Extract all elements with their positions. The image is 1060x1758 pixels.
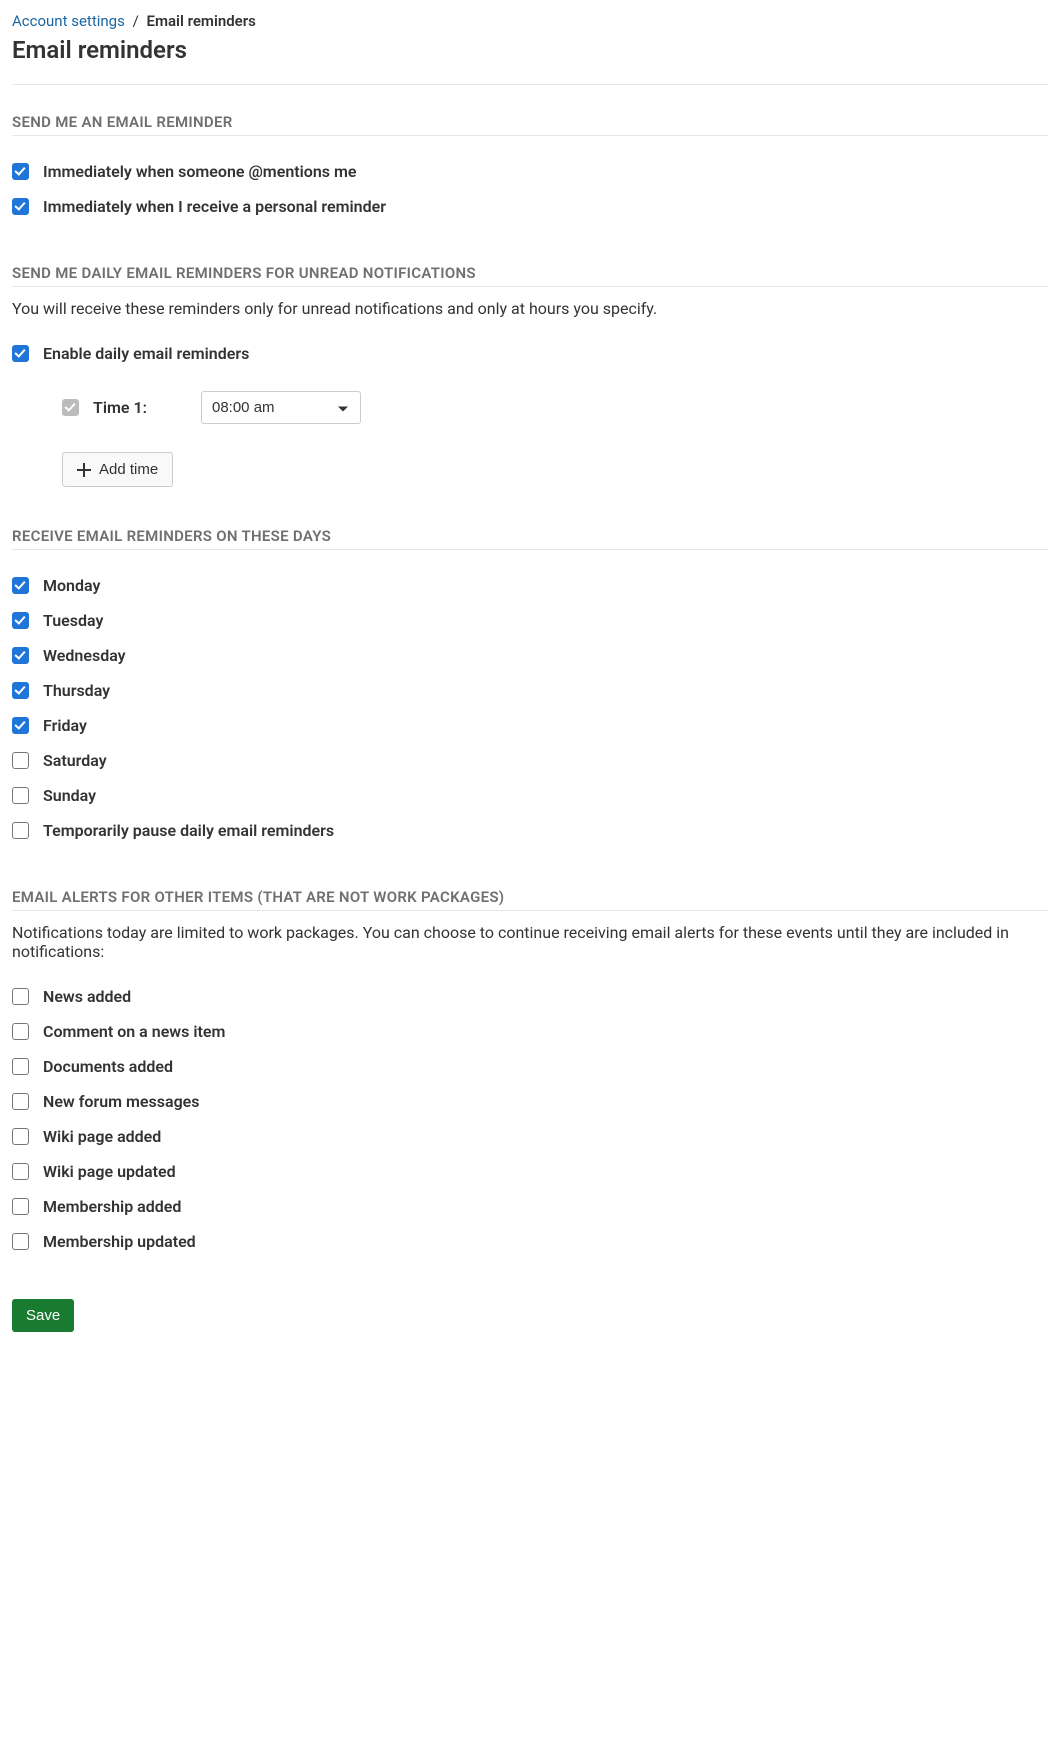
- checkbox-row: Wiki page added: [12, 1119, 1048, 1154]
- add-time-button[interactable]: Add time: [62, 452, 173, 487]
- section-alerts-desc: Notifications today are limited to work …: [12, 923, 1048, 961]
- section-immediate-heading: SEND ME AN EMAIL REMINDER: [12, 113, 1048, 136]
- section-alerts-heading: EMAIL ALERTS FOR OTHER ITEMS (THAT ARE N…: [12, 888, 1048, 911]
- checkbox-row: Thursday: [12, 673, 1048, 708]
- enable-daily-row: Enable daily email reminders: [12, 336, 1048, 371]
- daily-times-block: Time 1: 08:00 am Add time: [12, 391, 1048, 487]
- checkbox-label: Sunday: [43, 786, 96, 805]
- checkbox[interactable]: [12, 1233, 29, 1250]
- time1-label: Time 1:: [93, 398, 147, 417]
- checkbox-label: Wiki page added: [43, 1127, 161, 1146]
- checkbox-label: Documents added: [43, 1057, 173, 1076]
- section-daily: SEND ME DAILY EMAIL REMINDERS FOR UNREAD…: [12, 264, 1048, 487]
- checkbox[interactable]: [12, 787, 29, 804]
- time1-checkbox: [62, 399, 79, 416]
- plus-icon: [77, 463, 91, 477]
- checkbox[interactable]: [12, 988, 29, 1005]
- checkbox-row: Membership added: [12, 1189, 1048, 1224]
- section-days-heading: RECEIVE EMAIL REMINDERS ON THESE DAYS: [12, 527, 1048, 550]
- checkbox-label: Comment on a news item: [43, 1022, 225, 1041]
- checkbox-label: Wednesday: [43, 646, 126, 665]
- checkbox-row: Immediately when I receive a personal re…: [12, 189, 1048, 224]
- add-time-label: Add time: [99, 461, 158, 478]
- checkbox-label: Immediately when someone @mentions me: [43, 162, 356, 181]
- breadcrumb-current: Email reminders: [147, 12, 256, 30]
- checkbox-label: News added: [43, 987, 131, 1006]
- checkbox[interactable]: [12, 1163, 29, 1180]
- checkbox-row: New forum messages: [12, 1084, 1048, 1119]
- section-immediate: SEND ME AN EMAIL REMINDER Immediately wh…: [12, 113, 1048, 224]
- section-alerts: EMAIL ALERTS FOR OTHER ITEMS (THAT ARE N…: [12, 888, 1048, 1259]
- checkbox-label: Monday: [43, 576, 100, 595]
- save-button[interactable]: Save: [12, 1299, 74, 1332]
- checkbox[interactable]: [12, 1198, 29, 1215]
- checkbox[interactable]: [12, 682, 29, 699]
- time1-select[interactable]: 08:00 am: [201, 391, 361, 424]
- checkbox-row: News added: [12, 979, 1048, 1014]
- checkbox-row: Wiki page updated: [12, 1154, 1048, 1189]
- checkbox[interactable]: [12, 647, 29, 664]
- checkbox-label: Saturday: [43, 751, 107, 770]
- checkbox-row: Wednesday: [12, 638, 1048, 673]
- checkbox[interactable]: [12, 822, 29, 839]
- checkbox-label: New forum messages: [43, 1092, 200, 1111]
- checkbox[interactable]: [12, 717, 29, 734]
- checkbox[interactable]: [12, 1058, 29, 1075]
- checkbox-label: Membership added: [43, 1197, 181, 1216]
- checkbox-label: Thursday: [43, 681, 110, 700]
- checkbox-label: Wiki page updated: [43, 1162, 176, 1181]
- time1-select-wrapper: 08:00 am: [201, 391, 361, 424]
- checkbox-label: Temporarily pause daily email reminders: [43, 821, 334, 840]
- checkbox-row: Saturday: [12, 743, 1048, 778]
- checkbox[interactable]: [12, 163, 29, 180]
- checkbox[interactable]: [12, 1093, 29, 1110]
- checkbox-label: Immediately when I receive a personal re…: [43, 197, 386, 216]
- checkbox[interactable]: [12, 1128, 29, 1145]
- checkbox-row: Friday: [12, 708, 1048, 743]
- checkbox-row: Immediately when someone @mentions me: [12, 154, 1048, 189]
- section-daily-heading: SEND ME DAILY EMAIL REMINDERS FOR UNREAD…: [12, 264, 1048, 287]
- checkbox[interactable]: [12, 752, 29, 769]
- divider: [12, 84, 1048, 85]
- checkbox[interactable]: [12, 198, 29, 215]
- time1-row: Time 1: 08:00 am: [62, 391, 1048, 424]
- page-title: Email reminders: [12, 36, 1048, 64]
- checkbox-row: Tuesday: [12, 603, 1048, 638]
- breadcrumb-separator: /: [133, 12, 139, 30]
- breadcrumb-parent-link[interactable]: Account settings: [12, 12, 125, 30]
- checkbox-label: Membership updated: [43, 1232, 196, 1251]
- section-daily-desc: You will receive these reminders only fo…: [12, 299, 1048, 318]
- checkbox-row: Documents added: [12, 1049, 1048, 1084]
- checkbox-row: Comment on a news item: [12, 1014, 1048, 1049]
- checkbox-label: Friday: [43, 716, 87, 735]
- checkbox[interactable]: [12, 577, 29, 594]
- section-days: RECEIVE EMAIL REMINDERS ON THESE DAYS Mo…: [12, 527, 1048, 848]
- checkbox-row: Temporarily pause daily email reminders: [12, 813, 1048, 848]
- enable-daily-checkbox[interactable]: [12, 345, 29, 362]
- checkbox-row: Sunday: [12, 778, 1048, 813]
- checkbox-row: Membership updated: [12, 1224, 1048, 1259]
- checkbox-label: Tuesday: [43, 611, 103, 630]
- breadcrumb: Account settings / Email reminders: [12, 12, 1048, 30]
- checkbox[interactable]: [12, 612, 29, 629]
- checkbox-row: Monday: [12, 568, 1048, 603]
- enable-daily-label: Enable daily email reminders: [43, 344, 249, 363]
- checkbox[interactable]: [12, 1023, 29, 1040]
